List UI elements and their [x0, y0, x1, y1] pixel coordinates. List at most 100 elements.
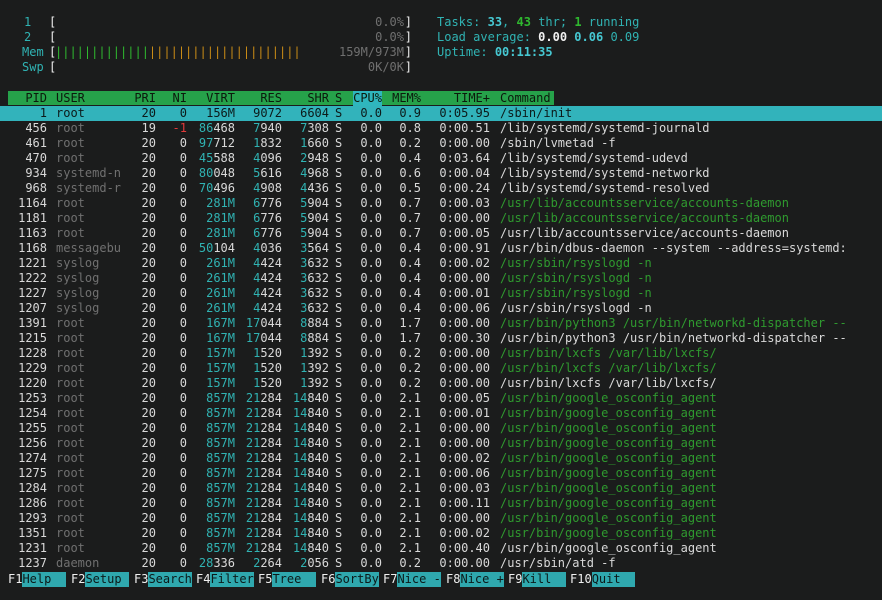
- process-row[interactable]: 1274 root 20 0 857M 21284 14840 S 0.0 2.1 0:00.02 /…: [0, 451, 882, 466]
- process-command: /usr/bin/google_osconfig_agent: [500, 406, 717, 420]
- process-state: S: [335, 211, 343, 225]
- process-row[interactable]: 1228 root 20 0 157M 1520 1392 S 0.0 0.2 0:00.00/us…: [0, 346, 882, 361]
- column-ni[interactable]: NI: [173, 91, 187, 106]
- process-row[interactable]: 1254 root 20 0 857M 21284 14840 S 0.0 2.1 0:00.01 /…: [0, 406, 882, 421]
- column-pid[interactable]: PID: [25, 91, 47, 106]
- process-row[interactable]: 1284 root 20 0 857M 21284 14840 S 0.0 2.1 0:00.03 /…: [0, 481, 882, 496]
- process-row[interactable]: 1181 root 20 0 281M 6776 5904 S 0.0 0.7 0:00.00/us…: [0, 211, 882, 226]
- process-row[interactable]: 1164 root 20 0 281M 6776 5904 S 0.0 0.7 0:00.03/us…: [0, 196, 882, 211]
- fkey-f8[interactable]: F8Nice +: [446, 572, 504, 587]
- process-row[interactable]: 968 systemd-r 20 0 70496 4908 4436 S 0.0 0.5 0:00.…: [0, 181, 882, 196]
- process-virt: 261M: [206, 256, 235, 270]
- process-row[interactable]: 1222 syslog 20 0 261M 4424 3632 S 0.0 0.4 0:00.00 /…: [0, 271, 882, 286]
- process-time: 0:00.00: [439, 211, 490, 225]
- fkey-f3[interactable]: F3Search: [134, 572, 192, 587]
- fkey-f5[interactable]: F5Tree: [258, 572, 316, 587]
- process-pid: 1275: [18, 466, 47, 480]
- threads-label: thr;: [538, 15, 568, 29]
- process-command: /usr/bin/google_osconfig_agent: [500, 451, 717, 465]
- swap-label: Swp: [22, 60, 44, 74]
- process-res: 17044: [245, 316, 282, 330]
- process-row[interactable]: 461 root 20 0 97712 1832 1660 S 0.0 0.2 0:00.00/sb…: [0, 136, 882, 151]
- process-row[interactable]: 1227 syslog 20 0 261M 4424 3632 S 0.0 0.4 0:00.01 /…: [0, 286, 882, 301]
- process-mem: 0.4: [399, 151, 421, 165]
- process-cpu: 0.0: [360, 301, 382, 315]
- process-priority: 20: [141, 511, 156, 525]
- process-user: root: [56, 436, 85, 450]
- process-row[interactable]: 1253 root 20 0 857M 21284 14840 S 0.0 2.1 0:00.05 /…: [0, 391, 882, 406]
- fkey-label: F1: [8, 572, 23, 586]
- process-cpu: 0.0: [360, 391, 382, 405]
- process-row[interactable]: 1237 daemon 20 0 28336 2264 2056 S 0.0 0.2 0:00.00…: [0, 556, 882, 571]
- process-pid: 1237: [18, 556, 47, 570]
- process-row[interactable]: 1 root 20 0 156M 9072 6604 S 0.0 0.9 0:05.95/sbin/…: [0, 106, 882, 121]
- process-mem: 0.4: [399, 241, 421, 255]
- column-shr[interactable]: SHR: [307, 91, 329, 106]
- process-state: S: [335, 106, 343, 120]
- process-state: S: [335, 271, 343, 285]
- process-priority: 20: [141, 331, 156, 345]
- fkey-f10[interactable]: F10Quit: [570, 572, 636, 587]
- fkey-f7[interactable]: F7Nice -: [383, 572, 441, 587]
- process-row[interactable]: 1255 root 20 0 857M 21284 14840 S 0.0 2.1 0:00.00 /…: [0, 421, 882, 436]
- column-pri[interactable]: PRI: [134, 91, 156, 106]
- process-time: 0:00.00: [439, 421, 490, 435]
- process-row[interactable]: 456 root 19 -1 86468 7940 7308 S 0.0 0.8 0:00.51/l…: [0, 121, 882, 136]
- process-cpu: 0.0: [360, 316, 382, 330]
- fkey-f9[interactable]: F9Kill: [508, 572, 566, 587]
- fkey-f2[interactable]: F2Setup: [71, 572, 129, 587]
- process-row[interactable]: 1207 syslog 20 0 261M 4424 3632 S 0.0 0.4 0:00.06 /…: [0, 301, 882, 316]
- process-row[interactable]: 1231 root 20 0 857M 21284 14840 S 0.0 2.1 0:00.40 /…: [0, 541, 882, 556]
- fkey-label: F6: [321, 572, 336, 586]
- fkey-label: F9: [508, 572, 523, 586]
- process-nice: 0: [179, 241, 187, 255]
- fkey-f6[interactable]: F6SortBy: [321, 572, 379, 587]
- process-row[interactable]: 1229 root 20 0 157M 1520 1392 S 0.0 0.2 0:00.00/us…: [0, 361, 882, 376]
- column-mem[interactable]: MEM%: [392, 91, 421, 106]
- fkey-f1[interactable]: F1Help: [8, 572, 66, 587]
- tasks-separator: ,: [502, 15, 517, 29]
- process-row[interactable]: 1221 syslog 20 0 261M 4424 3632 S 0.0 0.4 0:00.02 /…: [0, 256, 882, 271]
- process-pid: 1274: [18, 451, 47, 465]
- process-user: root: [56, 406, 85, 420]
- column-user[interactable]: USER: [56, 91, 85, 106]
- column-cpu[interactable]: CPU%: [353, 91, 382, 106]
- fkey-f4[interactable]: F4Filter: [196, 572, 254, 587]
- column-state[interactable]: S: [335, 91, 342, 106]
- process-cpu: 0.0: [360, 241, 382, 255]
- process-row[interactable]: 1391 root 20 0 167M 17044 8884 S 0.0 1.7 0:00.00/u…: [0, 316, 882, 331]
- process-res: 21284: [245, 481, 282, 495]
- process-shr: 14840: [292, 541, 329, 555]
- process-cpu: 0.0: [360, 406, 382, 420]
- process-nice: 0: [179, 406, 187, 420]
- meter-open-bracket: [: [49, 15, 57, 29]
- process-row[interactable]: 1163 root 20 0 281M 6776 5904 S 0.0 0.7 0:00.05/us…: [0, 226, 882, 241]
- process-row[interactable]: 1293 root 20 0 857M 21284 14840 S 0.0 2.1 0:00.00 /…: [0, 511, 882, 526]
- process-pid: 1228: [18, 346, 47, 360]
- process-row[interactable]: 1256 root 20 0 857M 21284 14840 S 0.0 2.1 0:00.00 /…: [0, 436, 882, 451]
- process-pid: 1229: [18, 361, 47, 375]
- process-res: 21284: [245, 436, 282, 450]
- process-row[interactable]: 470 root 20 0 45588 4096 2948 S 0.0 0.4 0:03.64/li…: [0, 151, 882, 166]
- process-row[interactable]: 1275 root 20 0 857M 21284 14840 S 0.0 2.1 0:00.06 /…: [0, 466, 882, 481]
- process-row[interactable]: 1351 root 20 0 857M 21284 14840 S 0.0 2.1 0:00.02 /…: [0, 526, 882, 541]
- fkey-action: Quit: [591, 572, 636, 587]
- process-row[interactable]: 1286 root 20 0 857M 21284 14840 S 0.0 2.1 0:00.11 /…: [0, 496, 882, 511]
- process-nice: 0: [179, 511, 187, 525]
- column-command[interactable]: Command: [500, 91, 551, 106]
- column-time[interactable]: TIME+: [454, 91, 490, 106]
- process-priority: 20: [141, 136, 156, 150]
- process-user: root: [56, 106, 85, 120]
- fkey-action: SortBy: [335, 572, 379, 587]
- process-mem: 0.2: [399, 136, 421, 150]
- process-row[interactable]: 1215 root 20 0 167M 17044 8884 S 0.0 1.7 0:00.30/u…: [0, 331, 882, 346]
- process-pid: 1227: [18, 286, 47, 300]
- process-cpu: 0.0: [360, 136, 382, 150]
- process-row[interactable]: 934 systemd-n 20 0 80048 5616 4968 S 0.0 0.6 0:00.…: [0, 166, 882, 181]
- process-state: S: [335, 331, 343, 345]
- process-res: 1520: [253, 361, 282, 375]
- column-virt[interactable]: VIRT: [206, 91, 235, 106]
- process-row[interactable]: 1168 messagebu 20 0 50104 4036 3564 S 0.0 0.4 0:00…: [0, 241, 882, 256]
- column-res[interactable]: RES: [260, 91, 282, 106]
- process-row[interactable]: 1220 root 20 0 157M 1520 1392 S 0.0 0.2 0:00.00/us…: [0, 376, 882, 391]
